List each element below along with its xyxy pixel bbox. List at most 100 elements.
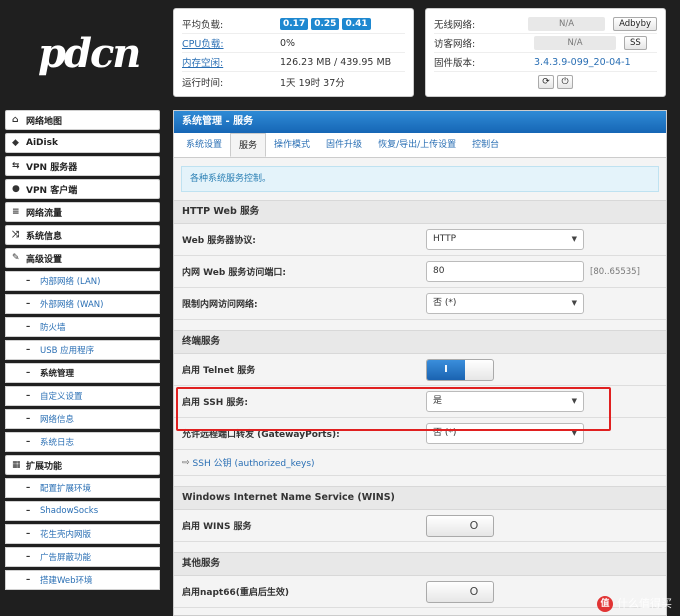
swap-icon: ⇆: [12, 161, 20, 171]
dash-icon: –: [26, 299, 31, 309]
web-protocol-select[interactable]: HTTP: [426, 229, 584, 250]
sidebar-item-system-info[interactable]: ⤨ 系统信息: [5, 225, 160, 245]
gateway-ports-select[interactable]: 否 (*): [426, 423, 584, 444]
gateway-ports-row: 允许远程端口转发 (GatewayPorts): 否 (*): [174, 418, 666, 450]
wireless-value: N/A: [528, 17, 606, 31]
sidebar-item-vpn-client[interactable]: ● VPN 客户端: [5, 179, 160, 199]
sidebar-item-aidisk[interactable]: ◆ AiDisk: [5, 133, 160, 153]
toggle-knob: [465, 360, 493, 380]
web-port-input[interactable]: 80: [426, 261, 584, 282]
dash-icon: –: [26, 276, 31, 286]
uptime-row: 运行时间: 1天 19时 37分: [182, 72, 405, 91]
watermark-badge: 值: [597, 596, 613, 612]
sidebar-sub-adblock[interactable]: – 广告屏蔽功能: [5, 547, 160, 567]
other-section-header: 其他服务: [174, 552, 666, 576]
sidebar-sub-syslog[interactable]: – 系统日志: [5, 432, 160, 452]
sidebar-nav: ⌂ 网络地图 ◆ AiDisk ⇆ VPN 服务器 ● VPN 客户端 ≡ 网络流量 ⤨ 系…: [5, 110, 160, 593]
dash-icon: –: [26, 391, 31, 401]
network-status-panel: 无线网络: N/A Adbyby 访客网络: N/A SS 固件版本: 3.4.…: [425, 8, 666, 97]
firmware-row: 固件版本: 3.4.3.9-099_20-04-1: [434, 53, 657, 72]
web-port-label: 内网 Web 服务访问端口:: [182, 268, 287, 278]
gateway-ports-label: 允许远程端口转发 (GatewayPorts):: [182, 430, 340, 440]
sidebar-item-extensions[interactable]: ▦ 扩展功能: [5, 455, 160, 475]
sidebar-sub-netinfo[interactable]: – 网络信息: [5, 409, 160, 429]
telnet-row: 启用 Telnet 服务 I: [174, 354, 666, 386]
sidebar-sub-web-env[interactable]: – 搭建Web环境: [5, 570, 160, 590]
tab-restore-settings[interactable]: 恢复/导出/上传设置: [370, 133, 464, 157]
toggle-off-pad: [427, 516, 455, 536]
ssh-select[interactable]: 是: [426, 391, 584, 412]
tab-system-settings[interactable]: 系统设置: [178, 133, 230, 157]
tab-bar: 系统设置 服务 操作模式 固件升级 恢复/导出/上传设置 控制台: [174, 133, 666, 158]
memory-link[interactable]: 内存空闲:: [182, 55, 280, 69]
toggle-off-pad: [427, 582, 455, 602]
sidebar-sub-custom[interactable]: – 自定义设置: [5, 386, 160, 406]
ssh-key-link[interactable]: SSH 公钥 (authorized_keys): [193, 456, 315, 469]
telnet-toggle[interactable]: I: [426, 358, 494, 381]
ssh-key-row: ⇨ SSH 公钥 (authorized_keys): [174, 450, 666, 476]
load-badge-15: 0.41: [342, 18, 371, 30]
ssh-label: 启用 SSH 服务:: [182, 398, 248, 408]
web-port-row: 内网 Web 服务访问端口: 80 [80..65535]: [174, 256, 666, 288]
home-icon: ⌂: [12, 115, 19, 125]
key-icon: ⇨: [182, 457, 190, 468]
terminal-section-header: 终端服务: [174, 330, 666, 354]
dash-icon: –: [26, 368, 31, 378]
dash-icon: –: [26, 414, 31, 424]
restrict-lan-label: 限制内网访问网络:: [182, 300, 258, 310]
guest-value: N/A: [534, 36, 616, 50]
dash-icon: –: [26, 575, 31, 585]
dash-icon: –: [26, 437, 31, 447]
uptime-value: 1天 19时 37分: [280, 77, 345, 89]
tab-console[interactable]: 控制台: [464, 133, 507, 157]
toggle-off-indicator: O: [469, 518, 479, 532]
dash-icon: –: [26, 483, 31, 493]
wins-toggle[interactable]: O: [426, 514, 494, 537]
telnet-label: 启用 Telnet 服务: [182, 366, 256, 376]
memory-value: 126.23 MB / 439.95 MB: [280, 56, 392, 68]
wireless-row: 无线网络: N/A Adbyby: [434, 15, 657, 34]
sidebar-sub-shadowsocks[interactable]: – ShadowSocks: [5, 501, 160, 521]
ss-button[interactable]: SS: [624, 36, 647, 50]
memory-row: 内存空闲: 126.23 MB / 439.95 MB: [182, 53, 405, 72]
napt66-row: 启用napt66(重启后生效) O: [174, 576, 666, 608]
tab-services[interactable]: 服务: [230, 133, 267, 157]
firmware-label: 固件版本:: [434, 58, 476, 69]
sidebar-item-vpn-server[interactable]: ⇆ VPN 服务器: [5, 156, 160, 176]
web-protocol-row: Web 服务器协议: HTTP: [174, 224, 666, 256]
web-protocol-label: Web 服务器协议:: [182, 236, 256, 246]
toggle-on-indicator: I: [427, 359, 465, 380]
wireless-label: 无线网络:: [434, 20, 476, 31]
sidebar-sub-usb[interactable]: – USB 应用程序: [5, 340, 160, 360]
sidebar-sub-ext-env[interactable]: – 配置扩展环境: [5, 478, 160, 498]
sidebar-sub-firewall[interactable]: – 防火墙: [5, 317, 160, 337]
firmware-value[interactable]: 3.4.3.9-099_20-04-1: [534, 57, 631, 68]
cpu-load-link[interactable]: CPU负载:: [182, 36, 280, 50]
tab-operation-mode[interactable]: 操作模式: [266, 133, 318, 157]
wins-label: 启用 WINS 服务: [182, 522, 252, 532]
sidebar-sub-lan[interactable]: – 内部网络 (LAN): [5, 271, 160, 291]
restrict-lan-select[interactable]: 否 (*): [426, 293, 584, 314]
watermark-text: 什么值得买: [617, 597, 672, 610]
sidebar-sub-wan[interactable]: – 外部网络 (WAN): [5, 294, 160, 314]
watermark: 值什么值得买: [597, 595, 672, 612]
sidebar-item-network-map[interactable]: ⌂ 网络地图: [5, 110, 160, 130]
adbyby-button[interactable]: Adbyby: [613, 17, 657, 31]
dash-icon: –: [26, 529, 31, 539]
cpu-load-value: 0%: [280, 37, 296, 49]
sidebar-sub-oray[interactable]: – 花生壳内网版: [5, 524, 160, 544]
sidebar-item-traffic[interactable]: ≡ 网络流量: [5, 202, 160, 222]
action-icons-row: ⟳ ⏻: [434, 72, 657, 91]
brand-logo: pdcn: [38, 30, 141, 77]
sidebar-sub-admin[interactable]: – 系统管理: [5, 363, 160, 383]
dash-icon: –: [26, 506, 31, 516]
grid-icon: ▦: [12, 460, 21, 470]
disk-icon: ◆: [12, 138, 19, 148]
power-icon[interactable]: ⏻: [557, 74, 573, 89]
sidebar-item-advanced[interactable]: ✎ 高级设置: [5, 248, 160, 268]
load-badge-1: 0.17: [280, 18, 309, 30]
ssh-row: 启用 SSH 服务: 是: [174, 386, 666, 418]
refresh-icon[interactable]: ⟳: [538, 74, 554, 89]
tab-firmware-upgrade[interactable]: 固件升级: [318, 133, 370, 157]
napt66-toggle[interactable]: O: [426, 580, 494, 603]
